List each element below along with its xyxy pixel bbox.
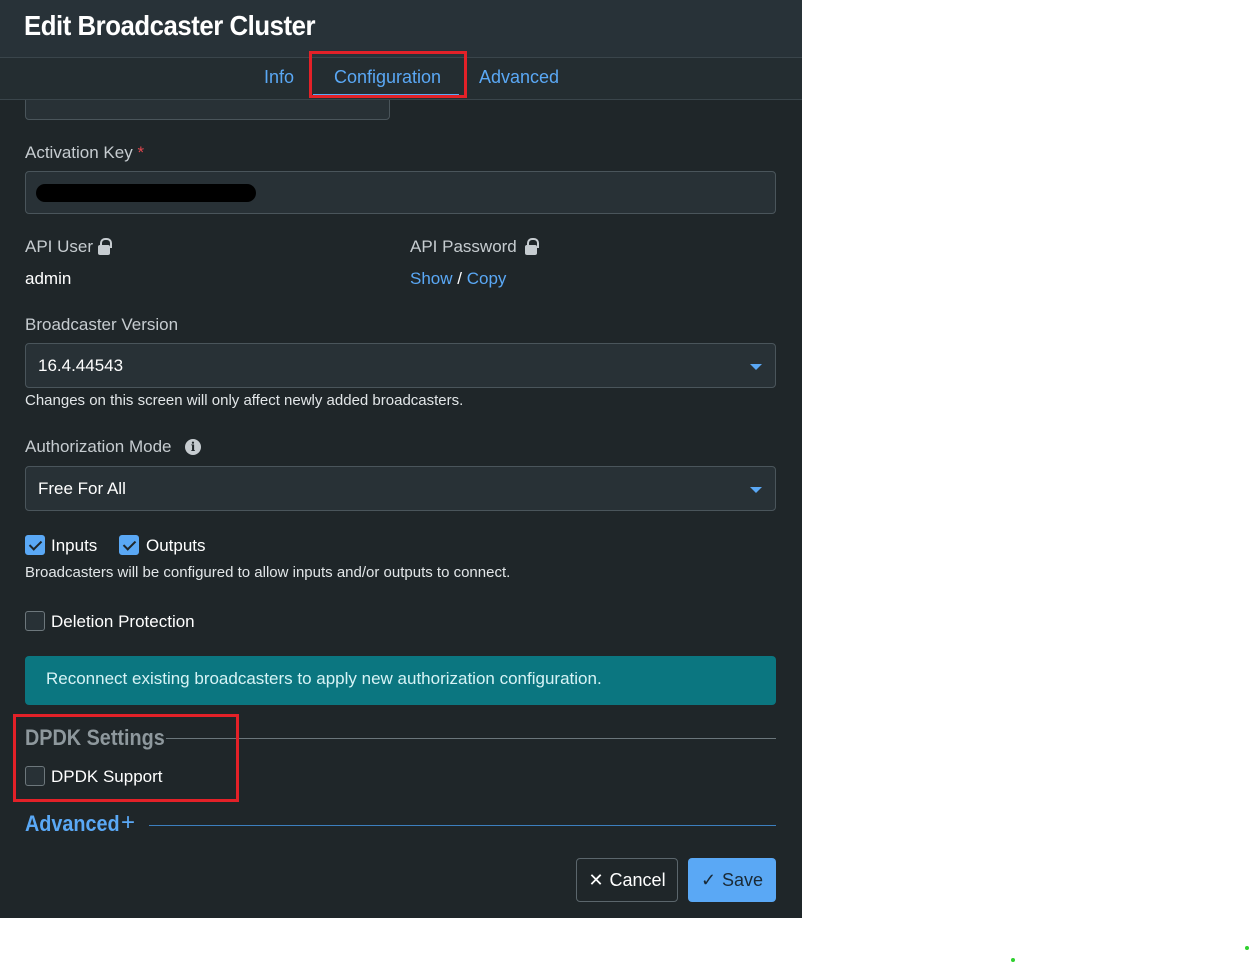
partial-field-input[interactable]: 32	[25, 100, 390, 120]
green-dot	[1011, 958, 1015, 962]
dpdk-divider	[166, 738, 776, 739]
authorization-mode-value: Free For All	[38, 479, 126, 498]
tab-advanced[interactable]: Advanced	[479, 66, 559, 98]
api-password-actions: Show / Copy	[410, 269, 506, 289]
io-hint: Broadcasters will be configured to allow…	[25, 564, 511, 581]
authorization-mode-select[interactable]: Free For All	[25, 466, 776, 511]
api-password-label: API Password	[410, 237, 517, 256]
api-user-label: API User	[25, 237, 94, 256]
activation-key-label: Activation Key *	[25, 143, 145, 162]
authorization-mode-label: Authorization Mode	[25, 437, 172, 456]
broadcaster-version-label: Broadcaster Version	[25, 315, 179, 334]
edit-cluster-panel: Edit Broadcaster Cluster Info Configurat…	[0, 0, 802, 918]
cancel-button[interactable]: ✕ Cancel	[576, 858, 678, 902]
green-dot	[1245, 946, 1249, 950]
activation-key-input[interactable]	[25, 171, 776, 214]
required-mark: *	[137, 143, 145, 162]
info-alert: Reconnect existing broadcasters to apply…	[25, 656, 776, 705]
redacted-key	[36, 184, 256, 202]
configuration-form: 32 Activation Key * API User admin API P…	[0, 100, 802, 918]
save-button[interactable]: ✓ Save	[688, 858, 776, 902]
lock-icon	[525, 238, 539, 255]
info-icon[interactable]: i	[185, 439, 201, 455]
broadcaster-version-select[interactable]: 16.4.44543	[25, 343, 776, 388]
chevron-down-icon	[750, 487, 762, 493]
broadcaster-version-value: 16.4.44543	[38, 356, 124, 375]
active-tab-indicator	[313, 94, 459, 97]
copy-password-link[interactable]: Copy	[467, 269, 507, 288]
dpdk-settings-title: DPDK Settings	[25, 725, 165, 750]
tab-info[interactable]: Info	[264, 66, 294, 98]
panel-header: Edit Broadcaster Cluster	[0, 0, 802, 58]
deletion-protection-label: Deletion Protection	[51, 612, 195, 631]
dpdk-support-checkbox[interactable]	[25, 766, 45, 786]
advanced-divider	[149, 825, 776, 826]
inputs-label: Inputs	[51, 536, 98, 555]
advanced-section-title: Advanced	[25, 811, 120, 836]
dpdk-support-label: DPDK Support	[51, 767, 163, 786]
check-icon: ✓	[700, 869, 717, 890]
api-user-value: admin	[25, 269, 72, 288]
version-hint: Changes on this screen will only affect …	[25, 392, 464, 409]
lock-icon	[98, 238, 112, 255]
deletion-protection-checkbox[interactable]	[25, 611, 45, 631]
outputs-label: Outputs	[146, 536, 206, 555]
page-title: Edit Broadcaster Cluster	[24, 10, 316, 41]
close-icon: ✕	[588, 869, 604, 890]
show-password-link[interactable]: Show	[410, 269, 453, 288]
advanced-section-toggle[interactable]: Advanced +	[25, 809, 135, 837]
link-separator: /	[457, 269, 462, 288]
outputs-checkbox[interactable]	[119, 535, 139, 555]
inputs-checkbox[interactable]	[25, 535, 45, 555]
chevron-down-icon	[750, 364, 762, 370]
alert-text: Reconnect existing broadcasters to apply…	[46, 669, 602, 688]
plus-icon: +	[121, 809, 136, 836]
